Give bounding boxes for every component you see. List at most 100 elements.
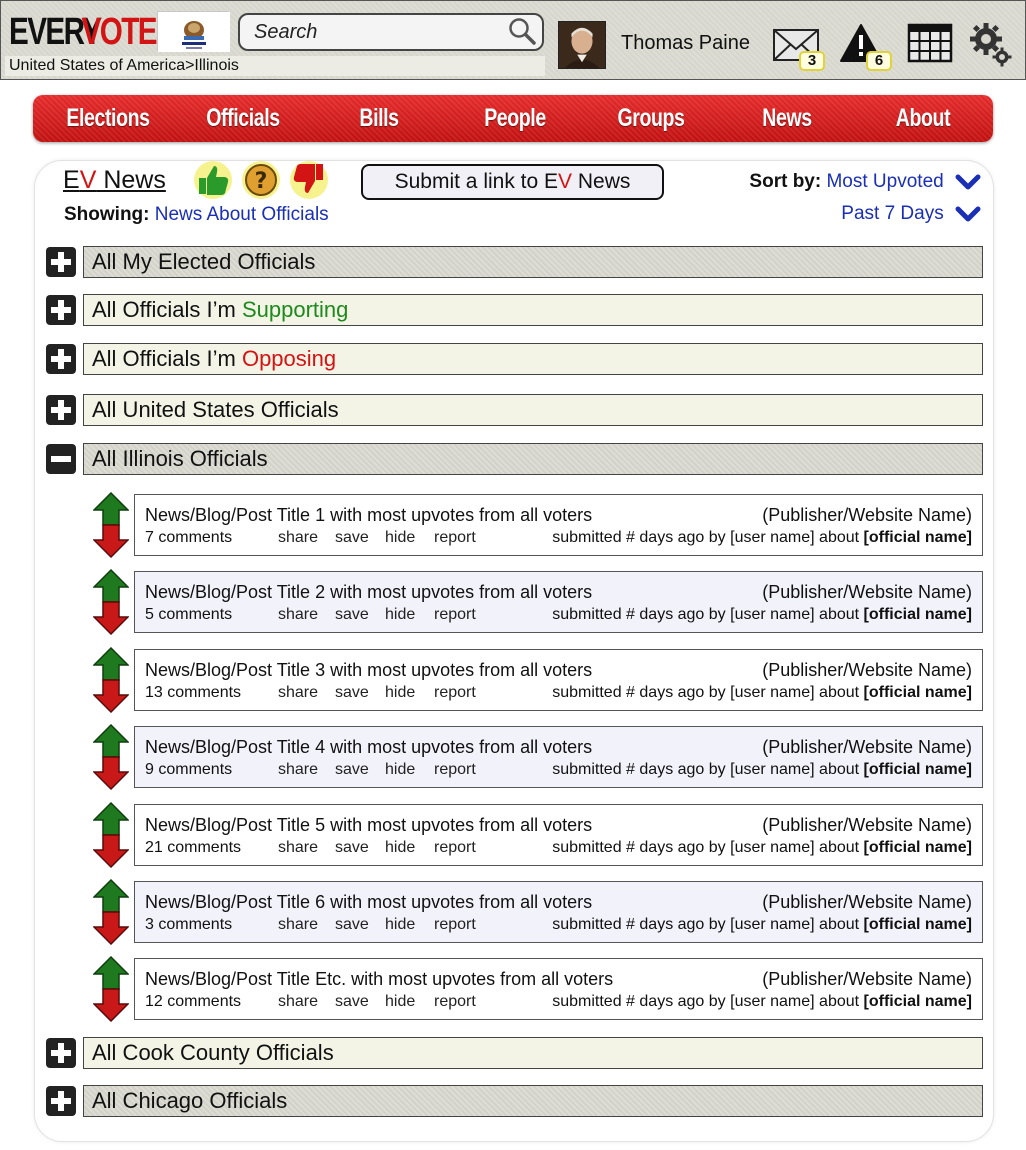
report-link[interactable]: report [434,761,476,779]
official-name-link[interactable]: [official name] [864,839,972,856]
expand-opposing-button[interactable] [46,344,76,374]
hide-link[interactable]: hide [385,839,415,857]
news-title-link[interactable]: News/Blog/Post Title 5 with most upvotes… [145,815,592,836]
location-breadcrumb[interactable]: United States of America>Illinois [5,56,545,76]
section-cook-county[interactable]: All Cook County Officials [83,1037,983,1069]
comments-link[interactable]: 13 comments [145,684,241,702]
section-united-states[interactable]: All United States Officials [83,394,983,426]
official-name-link[interactable]: [official name] [864,529,972,546]
save-link[interactable]: save [335,684,369,702]
report-link[interactable]: report [434,839,476,857]
section-supporting[interactable]: All Officials I’m Supporting [83,294,983,326]
comments-link[interactable]: 9 comments [145,761,232,779]
chevron-down-icon[interactable] [955,205,981,223]
upvote-arrow-icon[interactable] [92,723,130,758]
hide-link[interactable]: hide [385,993,415,1011]
share-link[interactable]: share [278,529,318,547]
gear-icon[interactable] [969,21,1013,67]
period-value-link[interactable]: Past 7 Days [841,203,943,224]
save-link[interactable]: save [335,606,369,624]
news-title-link[interactable]: News/Blog/Post Title Etc. with most upvo… [145,969,613,990]
share-link[interactable]: share [278,606,318,624]
everyvote-logo[interactable]: EVERY VOTE [9,11,158,53]
official-name-link[interactable]: [official name] [864,684,972,701]
share-link[interactable]: share [278,684,318,702]
news-title-link[interactable]: News/Blog/Post Title 1 with most upvotes… [145,505,592,526]
hide-link[interactable]: hide [385,606,415,624]
news-title-link[interactable]: News/Blog/Post Title 3 with most upvotes… [145,660,592,681]
upvote-arrow-icon[interactable] [92,878,130,913]
upvote-arrow-icon[interactable] [92,955,130,990]
chevron-down-icon[interactable] [955,173,981,191]
nav-people[interactable]: People [457,95,574,142]
avatar[interactable] [558,21,606,69]
upvote-arrow-icon[interactable] [92,491,130,526]
share-link[interactable]: share [278,839,318,857]
news-title-link[interactable]: News/Blog/Post Title 4 with most upvotes… [145,737,592,758]
nav-officials[interactable]: Officials [185,95,302,142]
share-link[interactable]: share [278,993,318,1011]
calendar-icon[interactable] [907,21,953,63]
showing-value-link[interactable]: News About Officials [155,204,329,225]
report-link[interactable]: report [434,684,476,702]
report-link[interactable]: report [434,916,476,934]
comments-link[interactable]: 5 comments [145,606,232,624]
section-chicago[interactable]: All Chicago Officials [83,1085,983,1117]
expand-chicago-button[interactable] [46,1086,76,1116]
hide-link[interactable]: hide [385,761,415,779]
question-icon[interactable]: ? [241,160,281,200]
downvote-arrow-icon[interactable] [92,988,130,1023]
section-my-elected[interactable]: All My Elected Officials [83,246,983,278]
downvote-arrow-icon[interactable] [92,601,130,636]
official-name-link[interactable]: [official name] [864,916,972,933]
share-link[interactable]: share [278,761,318,779]
save-link[interactable]: save [335,839,369,857]
hide-link[interactable]: hide [385,916,415,934]
expand-cook-county-button[interactable] [46,1038,76,1068]
news-title-link[interactable]: News/Blog/Post Title 2 with most upvotes… [145,582,592,603]
comments-link[interactable]: 21 comments [145,839,241,857]
section-opposing[interactable]: All Officials I’m Opposing [83,343,983,375]
sort-value-link[interactable]: Most Upvoted [826,171,943,192]
official-name-link[interactable]: [official name] [864,761,972,778]
upvote-arrow-icon[interactable] [92,646,130,681]
section-illinois[interactable]: All Illinois Officials [83,443,983,475]
collapse-illinois-button[interactable] [46,444,76,474]
hide-link[interactable]: hide [385,684,415,702]
user-name[interactable]: Thomas Paine [621,32,750,55]
publisher-name[interactable]: (Publisher/Website Name) [762,505,972,526]
nav-groups[interactable]: Groups [593,95,710,142]
nav-about[interactable]: About [865,95,982,142]
expand-my-elected-button[interactable] [46,247,76,277]
save-link[interactable]: save [335,916,369,934]
official-name-link[interactable]: [official name] [864,606,972,623]
report-link[interactable]: report [434,606,476,624]
hide-link[interactable]: hide [385,529,415,547]
search-input[interactable] [238,13,544,51]
publisher-name[interactable]: (Publisher/Website Name) [762,660,972,681]
publisher-name[interactable]: (Publisher/Website Name) [762,737,972,758]
thumbs-up-icon[interactable] [193,160,233,200]
save-link[interactable]: save [335,529,369,547]
publisher-name[interactable]: (Publisher/Website Name) [762,582,972,603]
comments-link[interactable]: 12 comments [145,993,241,1011]
nav-news[interactable]: News [729,95,846,142]
save-link[interactable]: save [335,761,369,779]
upvote-arrow-icon[interactable] [92,568,130,603]
nav-bills[interactable]: Bills [321,95,438,142]
search-icon[interactable] [506,15,538,47]
official-name-link[interactable]: [official name] [864,993,972,1010]
downvote-arrow-icon[interactable] [92,834,130,869]
publisher-name[interactable]: (Publisher/Website Name) [762,892,972,913]
downvote-arrow-icon[interactable] [92,679,130,714]
save-link[interactable]: save [335,993,369,1011]
thumbs-down-icon[interactable] [289,160,329,200]
submit-link-button[interactable]: Submit a link to EV News [361,164,664,200]
news-title-link[interactable]: News/Blog/Post Title 6 with most upvotes… [145,892,592,913]
expand-supporting-button[interactable] [46,295,76,325]
upvote-arrow-icon[interactable] [92,801,130,836]
publisher-name[interactable]: (Publisher/Website Name) [762,969,972,990]
comments-link[interactable]: 7 comments [145,529,232,547]
comments-link[interactable]: 3 comments [145,916,232,934]
publisher-name[interactable]: (Publisher/Website Name) [762,815,972,836]
